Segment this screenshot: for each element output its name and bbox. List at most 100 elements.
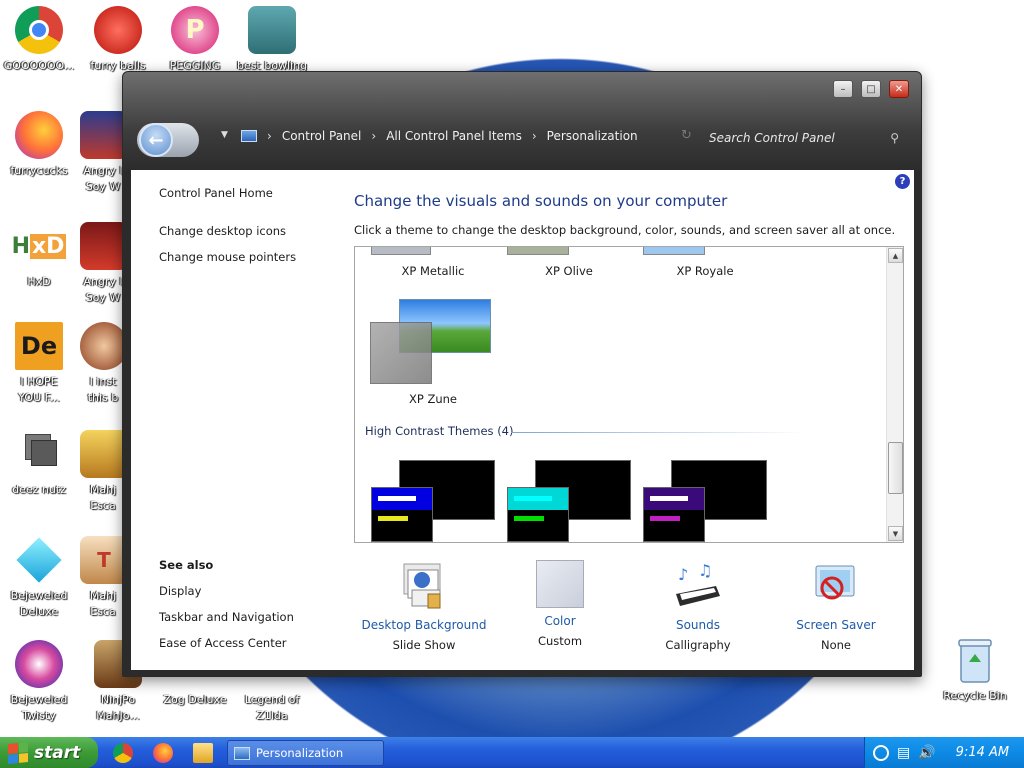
sounds-icon: ♪ ♫ bbox=[672, 560, 724, 612]
search-placeholder: Search Control Panel bbox=[709, 131, 835, 145]
change-desktop-icons-link[interactable]: Change desktop icons bbox=[159, 224, 339, 238]
hc-theme-thumb-1[interactable] bbox=[371, 487, 433, 542]
desktop-icon-pegging[interactable]: P PEGGING bbox=[157, 6, 233, 74]
desktop-icon-bejeweled-twisty[interactable]: Bejeweled Twisty bbox=[1, 640, 77, 724]
screen-saver-item[interactable]: Screen Saver None bbox=[766, 560, 906, 652]
theme-name-xp-metallic[interactable]: XP Metallic bbox=[363, 264, 503, 278]
desktop-icon-bejeweled-deluxe[interactable]: Bejeweled Deluxe bbox=[1, 536, 77, 620]
control-panel-home-link[interactable]: Control Panel Home bbox=[159, 186, 339, 200]
theme-thumb-xp-royale[interactable] bbox=[643, 247, 705, 255]
theme-name-xp-olive[interactable]: XP Olive bbox=[499, 264, 639, 278]
desktop-icon-chrome[interactable]: GOOOOOO... bbox=[1, 6, 77, 74]
see-also-section: See also Display Taskbar and Navigation … bbox=[159, 558, 339, 662]
color-label[interactable]: Color bbox=[490, 614, 630, 628]
desktop-icon-mahjong-escape-2[interactable]: T Mahj Esca bbox=[80, 536, 126, 620]
sounds-item[interactable]: ♪ ♫ Sounds Calligraphy bbox=[628, 560, 768, 652]
desktop-icon-label: NinjPo MahJo... bbox=[96, 693, 140, 722]
desktop-background-item[interactable]: Desktop Background Slide Show bbox=[354, 560, 494, 652]
color-swatch-icon bbox=[536, 560, 584, 608]
desktop-background-label[interactable]: Desktop Background bbox=[354, 618, 494, 632]
breadcrumb: › Control Panel › All Control Panel Item… bbox=[241, 129, 638, 143]
scroll-up-arrow-icon[interactable]: ▲ bbox=[888, 248, 903, 263]
start-label: start bbox=[34, 742, 81, 763]
desktop-icon-angry-soy-2[interactable]: Angry I Soy W bbox=[80, 222, 126, 306]
search-icon[interactable]: ⚲ bbox=[890, 131, 899, 145]
system-tray: ▤ 🔊 9:14 AM bbox=[864, 737, 1024, 768]
scroll-down-arrow-icon[interactable]: ▼ bbox=[888, 526, 903, 541]
desktop-icon-furry-balls[interactable]: furry balls bbox=[80, 6, 156, 74]
desktop-icon-best-bowling[interactable]: best bowling bbox=[234, 6, 310, 74]
desktop-icon-label: Bejeweled Deluxe bbox=[10, 589, 68, 618]
hc-theme-bar bbox=[378, 516, 408, 521]
theme-name-xp-zune[interactable]: XP Zune bbox=[363, 392, 503, 406]
mahjong-icon bbox=[80, 430, 126, 478]
start-button[interactable]: start bbox=[0, 737, 98, 768]
firefox-quicklaunch-icon[interactable] bbox=[153, 743, 173, 763]
refresh-icon[interactable]: ↻ bbox=[681, 128, 692, 143]
color-value: Custom bbox=[537, 634, 583, 648]
hc-theme-thumb-2[interactable] bbox=[507, 487, 569, 542]
search-input[interactable]: Search Control Panel ⚲ bbox=[695, 121, 909, 155]
screen-saver-label[interactable]: Screen Saver bbox=[766, 618, 906, 632]
chrome-quicklaunch-icon[interactable] bbox=[113, 743, 133, 763]
see-also-header: See also bbox=[159, 558, 214, 572]
theme-name-xp-royale[interactable]: XP Royale bbox=[635, 264, 775, 278]
desktop-icon-label: Angry I Soy W bbox=[83, 164, 123, 193]
window-controls: – □ ✕ bbox=[833, 80, 909, 98]
clock[interactable]: 9:14 AM bbox=[956, 745, 1009, 760]
desktop-icon-i-hope[interactable]: De I HOPE YOU F... bbox=[1, 322, 77, 406]
close-button[interactable]: ✕ bbox=[889, 80, 909, 98]
network-icon[interactable]: ▤ bbox=[897, 745, 910, 761]
volume-icon[interactable]: 🔊 bbox=[918, 745, 935, 761]
see-also-display-link[interactable]: Display bbox=[159, 584, 339, 598]
desktop-icon-deez-nutz[interactable]: deez nutz bbox=[1, 430, 77, 498]
theme-list-scrollbar[interactable]: ▲ ▼ bbox=[886, 247, 903, 542]
help-icon[interactable]: ? bbox=[895, 174, 910, 189]
breadcrumb-separator-icon: › bbox=[531, 129, 537, 143]
see-also-ease-of-access-link[interactable]: Ease of Access Center bbox=[159, 636, 339, 650]
breadcrumb-all-items[interactable]: All Control Panel Items bbox=[386, 129, 522, 143]
maximize-icon: □ bbox=[866, 83, 876, 95]
scrollbar-thumb[interactable] bbox=[888, 442, 903, 494]
hc-theme-thumb-3[interactable] bbox=[643, 487, 705, 542]
desktop-icon-firefox[interactable]: furrycucks bbox=[1, 111, 77, 179]
character-icon bbox=[80, 322, 126, 370]
svg-text:♫: ♫ bbox=[698, 561, 712, 580]
desktop-icon-label: Zog Deluxe bbox=[163, 693, 227, 706]
hc-theme-bar bbox=[514, 516, 544, 521]
minimize-button[interactable]: – bbox=[833, 80, 853, 98]
desktop-icon-recycle-bin[interactable]: Recycle Bin bbox=[937, 636, 1013, 704]
desktop-icon-label: HxD bbox=[27, 275, 51, 288]
mahjong-tile-icon: T bbox=[80, 536, 126, 584]
sounds-label[interactable]: Sounds bbox=[628, 618, 768, 632]
desktop-background-icon bbox=[398, 560, 450, 612]
taskbar-personalization-button[interactable]: Personalization bbox=[227, 740, 384, 766]
tray-expand-icon[interactable] bbox=[873, 744, 889, 761]
desktop-icon-label: deez nutz bbox=[12, 483, 66, 496]
breadcrumb-control-panel[interactable]: Control Panel bbox=[282, 129, 362, 143]
breadcrumb-personalization[interactable]: Personalization bbox=[547, 129, 638, 143]
personalization-window: – □ ✕ ← ▼ › Control Panel › All Control … bbox=[122, 71, 922, 677]
see-also-taskbar-link[interactable]: Taskbar and Navigation bbox=[159, 610, 339, 624]
desktop-icon-i-inst[interactable]: I inst this b bbox=[80, 322, 126, 406]
back-button[interactable]: ← bbox=[139, 123, 173, 157]
color-item[interactable]: Color Custom bbox=[490, 560, 630, 648]
navigation-bar: ← ▼ › Control Panel › All Control Panel … bbox=[131, 117, 915, 159]
chrome-icon bbox=[15, 6, 63, 54]
theme-thumb-xp-olive[interactable] bbox=[507, 247, 569, 255]
desktop-icon-label: I HOPE YOU F... bbox=[18, 375, 60, 404]
desktop-icon-mahjong-escape[interactable]: Mahj Esca bbox=[80, 430, 126, 514]
theme-settings-row: Desktop Background Slide Show Color Cust… bbox=[354, 560, 904, 660]
maximize-button[interactable]: □ bbox=[861, 80, 881, 98]
folder-quicklaunch-icon[interactable] bbox=[193, 743, 213, 763]
recent-pages-chevron-icon[interactable]: ▼ bbox=[221, 130, 228, 140]
hc-theme-bar bbox=[650, 516, 680, 521]
desktop-icon-label: furrycucks bbox=[10, 164, 68, 177]
desktop-icon-angry-soy[interactable]: Angry I Soy W bbox=[80, 111, 126, 195]
theme-thumb-xp-metallic[interactable] bbox=[371, 247, 431, 255]
desktop-icon-hxd[interactable]: HxD HxD bbox=[1, 222, 77, 290]
de-icon: De bbox=[15, 322, 63, 370]
recycle-bin-icon bbox=[951, 636, 999, 684]
screen-saver-icon bbox=[810, 560, 862, 612]
change-mouse-pointers-link[interactable]: Change mouse pointers bbox=[159, 250, 339, 264]
